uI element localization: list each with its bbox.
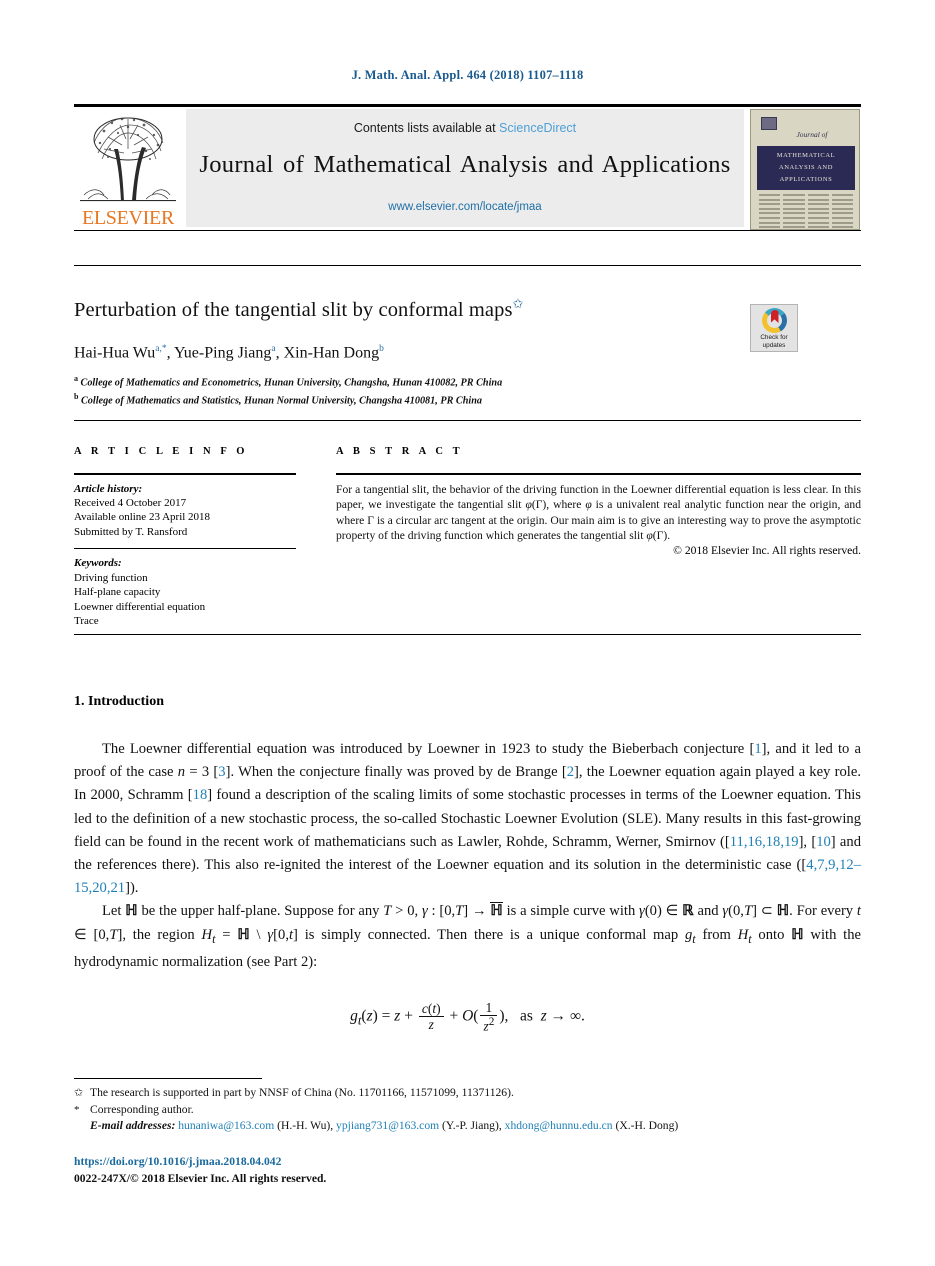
affiliation-row: a College of Mathematics and Econometric… [74, 374, 503, 389]
email-address[interactable]: hunaniwa@163.com [178, 1119, 274, 1132]
abstract-column: A B S T R A C T For a tangential slit, t… [336, 446, 861, 557]
abstract-text: For a tangential slit, the behavior of t… [336, 482, 862, 543]
keyword-item: Driving function [74, 571, 148, 584]
footnote-emails: E-mail addresses: hunaniwa@163.com (H.-H… [74, 1118, 864, 1135]
corresponding-marker: * [74, 1103, 80, 1116]
funding-marker: ✩ [74, 1087, 84, 1099]
introduction-body: The Loewner differential equation was in… [74, 741, 862, 970]
sciencedirect-link[interactable]: ScienceDirect [499, 121, 576, 135]
keywords-label: Keywords: [74, 557, 122, 570]
equation-fraction-one-over-z2: 1 z2 [480, 1000, 498, 1034]
cover-script-text: Journal of [796, 130, 828, 139]
cover-contents-columns [759, 194, 853, 229]
cover-col [807, 194, 829, 229]
cover-col [783, 194, 805, 229]
crossmark-label: Check for updates [760, 334, 788, 349]
email-label: E-mail addresses: [90, 1119, 176, 1132]
info-bottom-rule [74, 634, 861, 635]
cover-band-line-3: APPLICATIONS [779, 176, 833, 183]
masthead-bottom-rule [74, 230, 861, 231]
article-info-heading: A R T I C L E I N F O [74, 446, 249, 457]
history-item: Submitted by T. Ransford [74, 525, 188, 538]
abstract-heading: A B S T R A C T [336, 446, 464, 457]
footnote-funding: ✩ The research is supported in part by N… [74, 1085, 864, 1102]
elsevier-logo: ELSEVIER [74, 109, 182, 230]
footnote-rule [74, 1078, 262, 1079]
elsevier-wordmark: ELSEVIER [81, 207, 175, 229]
email-address[interactable]: ypjiang731@163.com [336, 1119, 439, 1132]
paper-page: J. Math. Anal. Appl. 464 (2018) 1107–111… [0, 0, 935, 1266]
running-head: J. Math. Anal. Appl. 464 (2018) 1107–111… [351, 68, 584, 82]
affiliations: a College of Mathematics and Econometric… [74, 372, 774, 408]
elsevier-tree-icon [80, 117, 176, 202]
contents-available-line: Contents lists available at ScienceDirec… [186, 121, 744, 135]
email-address[interactable]: xhdong@hunnu.edu.cn [505, 1119, 613, 1132]
title-separator-rule [74, 265, 861, 266]
footnote-corresponding: * Corresponding author. [74, 1102, 864, 1119]
affiliation-b-text: College of Mathematics and Statistics, H… [81, 395, 482, 407]
issn-copyright: 0022-247X/© 2018 Elsevier Inc. All right… [74, 1172, 327, 1185]
article-history-block: Article history: Received 4 October 2017… [74, 482, 296, 540]
abstract-rule [336, 473, 861, 475]
journal-cover-thumbnail: Journal of MATHEMATICAL ANALYSIS AND APP… [750, 109, 860, 230]
equation-fraction-c-over-z: c(t) z [418, 1001, 444, 1032]
section-heading-introduction: 1. Introduction [74, 694, 164, 709]
corresponding-text: Corresponding author. [90, 1102, 194, 1116]
cover-band-text: MATHEMATICAL ANALYSIS AND APPLICATIONS [757, 150, 855, 186]
cover-band-line-1: MATHEMATICAL [776, 152, 836, 159]
history-item: Available online 23 April 2018 [74, 511, 211, 524]
funding-text: The research is supported in part by NNS… [90, 1086, 514, 1099]
journal-masthead: ELSEVIER Contents lists available at Sci… [74, 104, 861, 232]
funding-footnote-marker[interactable]: ✩ [513, 296, 524, 311]
history-item: Received 4 October 2017 [74, 497, 187, 509]
cover-col [831, 194, 853, 229]
article-title-text: Perturbation of the tangential slit by c… [74, 298, 513, 321]
affiliation-row: b College of Mathematics and Statistics,… [74, 391, 482, 407]
cover-title-band: MATHEMATICAL ANALYSIS AND APPLICATIONS [757, 146, 855, 190]
keywords-block: Keywords: Driving function Half-plane ca… [74, 556, 296, 628]
article-info-rule [74, 473, 296, 475]
info-top-rule [74, 420, 861, 421]
keyword-item: Loewner differential equation [74, 600, 206, 613]
journal-title: Journal of Mathematical Analysis and App… [199, 151, 731, 178]
journal-url[interactable]: www.elsevier.com/locate/jmaa [186, 201, 744, 213]
contents-prefix: Contents lists available at [353, 121, 500, 135]
cover-emblem-icon [761, 117, 777, 130]
cover-band-line-2: ANALYSIS AND [778, 164, 834, 171]
cover-col [759, 194, 781, 229]
article-info-column: A R T I C L E I N F O Article history: R… [74, 446, 296, 628]
crossmark-badge[interactable]: Check for updates [750, 304, 798, 352]
crossmark-ring-icon [762, 308, 787, 333]
doi-link[interactable]: https://doi.org/10.1016/j.jmaa.2018.04.0… [74, 1155, 281, 1168]
masthead-top-rule [74, 104, 861, 107]
article-history-label: Article history: [74, 482, 143, 495]
keyword-item: Half-plane capacity [74, 586, 161, 599]
affiliation-a-text: College of Mathematics and Econometrics,… [80, 377, 503, 389]
abstract-copyright: © 2018 Elsevier Inc. All rights reserved… [673, 544, 861, 558]
author-list: Hai-Hua Wua,*, Yue-Ping Jianga, Xin-Han … [74, 344, 384, 362]
footnote-block: ✩ The research is supported in part by N… [74, 1085, 864, 1135]
masthead-banner: Contents lists available at ScienceDirec… [186, 109, 744, 227]
email-list: hunaniwa@163.com (H.-H. Wu), ypjiang731@… [178, 1119, 679, 1132]
keywords-rule [74, 548, 296, 550]
page-title: Perturbation of the tangential slit by c… [74, 296, 714, 322]
display-equation: gt(z) = z + c(t) z + O( 1 z2 ), as z → ∞… [350, 1000, 585, 1034]
keyword-item: Trace [74, 615, 99, 628]
